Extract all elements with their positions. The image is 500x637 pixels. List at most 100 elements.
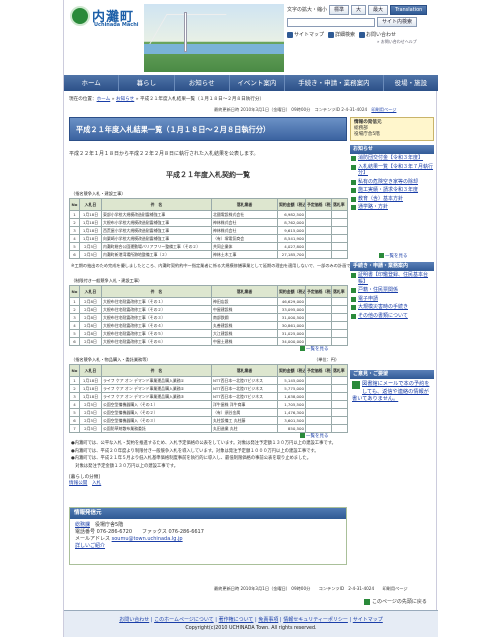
sidebar-news-item[interactable]: 入札結果一覧【令和３年７月執行分】 (350, 163, 434, 178)
nav-events[interactable]: イベント案内 (230, 75, 286, 91)
font-max-button[interactable]: 最大 (368, 4, 389, 15)
table-cell: 東部小学校大規模改造耐震補強工事 (101, 210, 212, 219)
table-cell: 9,615,000 (277, 226, 306, 235)
sidebar-news-more[interactable]: 一覧を見る (379, 253, 408, 259)
table-cell (305, 210, 332, 219)
nav-living[interactable]: 暮らし (119, 75, 175, 91)
page-title-bar: 平成２１年度入札結果一覧（１月１８日～２月８日執行分） (69, 117, 347, 141)
column-header: 落札業者 (211, 198, 278, 211)
sidebar-opinion: ご意見・ご要望 図書館にメールで本の予約をしても、返信や連絡の情報が書いてありま… (350, 370, 434, 406)
table-cell: 6 (69, 337, 80, 346)
section3-list-link[interactable]: 一覧を見る (300, 433, 329, 439)
table-cell: 2月8日 (79, 337, 102, 346)
sidebar-news-item[interactable]: 消防団交付金【令和３年度】 (350, 154, 434, 163)
sidebar-proc-item[interactable]: 戸籍・住民票関係 (350, 286, 434, 295)
nav-news[interactable]: お知らせ (175, 75, 230, 91)
sidebar-proc-item[interactable]: 大規模災害時の手続き (350, 303, 434, 312)
table-cell: 2 (69, 384, 80, 393)
footer-link[interactable]: 免責事項 (258, 617, 278, 623)
table-cell: 1月18日 (79, 384, 102, 393)
table-cell: 6 (69, 416, 80, 425)
footer-link[interactable]: このホームページについて (154, 617, 214, 623)
table-cell: 公園空型備機器購入（その３） (101, 416, 212, 425)
column-header: 件 名 (101, 364, 212, 377)
footer-link[interactable]: 情報セキュリティーポリシー (283, 617, 348, 623)
sidebar-proc-item[interactable]: 証明書【印鑑登録、住民基本台帳】 (350, 271, 434, 286)
table-cell: 2月5日 (79, 408, 102, 417)
breadcrumb-home[interactable]: ホーム (97, 97, 111, 102)
table-cell: 大根布住宅耐震改修工事（その２） (101, 305, 212, 314)
column-header: 落札率（%） (331, 198, 348, 211)
table-cell: 1,705,500 (277, 400, 306, 409)
sidebar-news-item[interactable]: 通学路・方針 (350, 203, 434, 212)
table-row: 2 1月18日 ライフ ケア オン デマンド事業運品購入業務② NTT西日本一北陸IT… (69, 384, 348, 393)
email-link[interactable]: soumu@town.uchinada.lg.jp (112, 536, 183, 542)
table-cell (305, 400, 332, 409)
category-bid-link[interactable]: 入札 (92, 481, 101, 486)
table-cell: 西荒屋小学校大規模改造耐震補強工事 (101, 226, 212, 235)
nav-home[interactable]: ホーム (64, 75, 120, 91)
dept-link[interactable]: 総務課 (75, 522, 90, 528)
breadcrumb: 現在の位置：ホーム » お知らせ » 平成２１年度入札結果一覧（１月１８日～２月… (69, 97, 265, 102)
page-top-link[interactable]: このページの先頭に戻る (364, 598, 427, 605)
search-icon (328, 31, 335, 38)
table-cell: 3,601,500 (277, 416, 306, 425)
section1-note: ※工期の抽出のため完成を優しましたところ、内灘町契約約中ー指定業者に係る大規模修… (71, 263, 380, 268)
table-cell: 丸柱設備工 丸柱藤 (211, 416, 278, 425)
table-cell: 大根布住宅耐震改修工事（その１） (101, 297, 212, 306)
translation-button[interactable]: Translation (390, 4, 428, 15)
table-cell: 北國電設株式会社 (211, 210, 278, 219)
table-cell (305, 305, 332, 314)
table-cell (305, 313, 332, 322)
table-cell: 向粟崎小学校大規模改造耐震補強工事 (101, 234, 212, 243)
footer-link[interactable]: お問い合わせ (119, 617, 149, 623)
font-standard-button[interactable]: 標準 (329, 4, 350, 15)
notes: ●内灘町では、公平な入札・契約を推進するため、入札予定価格の公表をしています。対… (71, 441, 336, 469)
nav-procedures[interactable]: 手続き・申請・業務案内 (285, 75, 384, 91)
inquiry-help[interactable]: » お問い合わせヘルプ (377, 39, 435, 45)
sidebar-proc-item[interactable]: 電子申請 (350, 295, 434, 304)
sidebar-news-heading: お知らせ (350, 145, 434, 154)
font-large-button[interactable]: 大 (351, 4, 367, 15)
arrow-up-icon (364, 598, 370, 605)
site-search-button[interactable]: サイト内検索 (377, 17, 418, 27)
table-cell: 33,095,000 (277, 305, 306, 314)
nav-facilities[interactable]: 役場・施設 (384, 75, 438, 91)
table-cell (331, 400, 348, 409)
search-input[interactable] (287, 17, 375, 27)
table-cell: 46,629,000 (277, 297, 306, 306)
print-link[interactable]: 印刷用ページ (371, 107, 396, 112)
category-disclosure-link[interactable]: 情報公開 (69, 481, 87, 486)
table-cell (331, 384, 348, 393)
table-cell: 大根布住宅耐震改修工事（その４） (101, 321, 212, 330)
sitemap-link[interactable]: サイトマップ (287, 31, 324, 38)
table-cell: 1,638,000 (277, 392, 306, 401)
table-cell (305, 337, 332, 346)
table-cell (305, 297, 332, 306)
inquiry-link[interactable]: お問い合わせ (359, 31, 396, 38)
sidebar-proc-item[interactable]: その他の書類について (350, 312, 434, 321)
table-row: 1 1月18日 ライフ ケア オン デマンド事業運品購入業務① NTT西日本一北陸IT… (69, 376, 348, 385)
section2-list-link[interactable]: 一覧を見る (300, 346, 329, 352)
sidebar-news-item[interactable]: 私有の危険空き家等の除却 (350, 178, 434, 187)
breadcrumb-news[interactable]: お知らせ (116, 97, 134, 102)
footer-link[interactable]: サイトマップ (353, 617, 383, 623)
sidebar-opinion-link[interactable]: 図書館にメールで本の予約をしても、返信や連絡の情報が書いてありません。 (350, 379, 434, 406)
mail-icon (359, 31, 366, 38)
sidebar-news-item[interactable]: 教育（含）基本方針 (350, 195, 434, 204)
more-info-link[interactable]: 詳しいご紹介 (75, 543, 105, 549)
table-cell: 公園空型備機器購入（その１） (101, 400, 212, 409)
sidebar-news-item[interactable]: 施工実績・請求令和３年度 (350, 186, 434, 195)
table-cell: 4,027,800 (277, 242, 306, 251)
detail-search-link[interactable]: 詳細検索 (328, 31, 355, 38)
table-cell: 5 (69, 329, 80, 338)
column-header: 契約金額（税込） (277, 198, 306, 211)
table-cell: 2月5日 (79, 400, 102, 409)
site-logo[interactable]: 内灘町 Uchinada Machi (70, 6, 145, 31)
table-cell (331, 337, 348, 346)
table-row: 6 2月5日 内灘町新港湾場所跡地整備工事（２） 神林土木工事 27,185,700 (69, 250, 348, 259)
table-cell: （有）塚電気商会 (211, 234, 278, 243)
footer-link[interactable]: 著作権について (219, 617, 254, 623)
table-cell: NTT西日本一北陸ITビジネス (211, 392, 278, 401)
table-cell: 6,982,500 (277, 210, 306, 219)
